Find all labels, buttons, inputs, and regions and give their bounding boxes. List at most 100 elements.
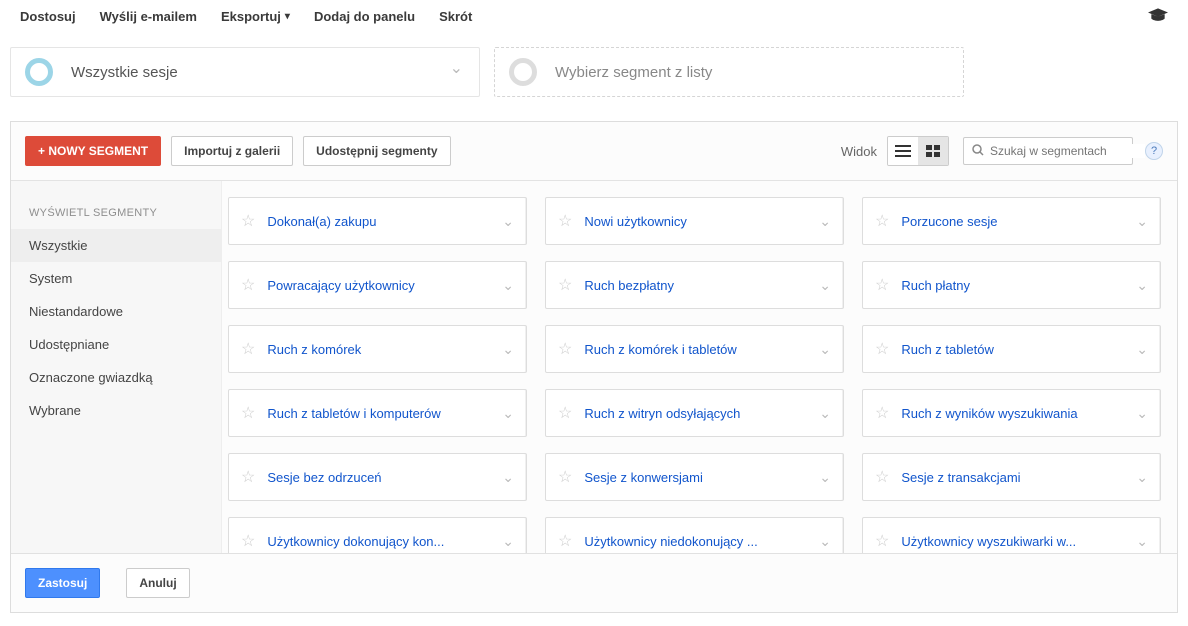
segment-label[interactable]: Sesje z konwersjami bbox=[584, 470, 813, 485]
segment-card[interactable]: ☆ Sesje z konwersjami ⌄ bbox=[545, 453, 844, 501]
segments-grid[interactable]: ☆ Dokonał(a) zakupu ⌄ ☆ Nowi użytkownicy ⌄ ☆ Po… bbox=[228, 197, 1161, 553]
chevron-down-icon[interactable]: ⌄ bbox=[819, 341, 831, 358]
import-gallery-button[interactable]: Importuj z galerii bbox=[171, 136, 293, 166]
menu-export[interactable]: Eksportuj▾ bbox=[221, 9, 290, 24]
star-icon[interactable]: ☆ bbox=[558, 531, 572, 551]
star-icon[interactable]: ☆ bbox=[875, 531, 889, 551]
sidebar-item[interactable]: System bbox=[11, 262, 221, 295]
segment-card[interactable]: ☆ Ruch z wyników wyszukiwania ⌄ bbox=[862, 389, 1161, 437]
search-input[interactable] bbox=[990, 144, 1145, 158]
apply-button[interactable]: Zastosuj bbox=[25, 568, 100, 598]
segment-label[interactable]: Ruch z tabletów bbox=[901, 342, 1130, 357]
segment-label[interactable]: Użytkownicy wyszukiwarki w... bbox=[901, 534, 1130, 549]
segment-card[interactable]: ☆ Nowi użytkownicy ⌄ bbox=[545, 197, 844, 245]
menu-customize[interactable]: Dostosuj bbox=[20, 9, 76, 24]
help-icon[interactable]: ? bbox=[1145, 142, 1163, 160]
segment-pill-choose[interactable]: Wybierz segment z listy bbox=[494, 47, 964, 97]
chevron-down-icon[interactable]: ⌄ bbox=[1136, 405, 1148, 422]
sidebar-item[interactable]: Udostępniane bbox=[11, 328, 221, 361]
segment-label[interactable]: Ruch z wyników wyszukiwania bbox=[901, 406, 1130, 421]
star-icon[interactable]: ☆ bbox=[558, 403, 572, 423]
segment-card[interactable]: ☆ Ruch z komórek i tabletów ⌄ bbox=[545, 325, 844, 373]
segments-sidebar: WYŚWIETL SEGMENTY WszystkieSystemNiestan… bbox=[11, 181, 221, 553]
chevron-down-icon[interactable]: ⌄ bbox=[502, 213, 514, 230]
star-icon[interactable]: ☆ bbox=[241, 275, 255, 295]
segment-pill-all-sessions[interactable]: Wszystkie sesje ⌄ bbox=[10, 47, 480, 97]
segment-label[interactable]: Ruch bezpłatny bbox=[584, 278, 813, 293]
star-icon[interactable]: ☆ bbox=[875, 275, 889, 295]
list-view-button[interactable] bbox=[888, 137, 918, 165]
education-icon[interactable] bbox=[1148, 8, 1168, 25]
segment-card[interactable]: ☆ Ruch z witryn odsyłających ⌄ bbox=[545, 389, 844, 437]
segment-card[interactable]: ☆ Sesje z transakcjami ⌄ bbox=[862, 453, 1161, 501]
star-icon[interactable]: ☆ bbox=[241, 467, 255, 487]
chevron-down-icon[interactable]: ⌄ bbox=[502, 277, 514, 294]
star-icon[interactable]: ☆ bbox=[241, 403, 255, 423]
search-segments[interactable] bbox=[963, 137, 1133, 165]
chevron-down-icon[interactable]: ⌄ bbox=[502, 341, 514, 358]
segment-label[interactable]: Ruch z komórek bbox=[267, 342, 496, 357]
star-icon[interactable]: ☆ bbox=[875, 403, 889, 423]
segment-label[interactable]: Ruch z komórek i tabletów bbox=[584, 342, 813, 357]
segment-card[interactable]: ☆ Użytkownicy wyszukiwarki w... ⌄ bbox=[862, 517, 1161, 553]
chevron-down-icon[interactable]: ⌄ bbox=[819, 277, 831, 294]
star-icon[interactable]: ☆ bbox=[875, 211, 889, 231]
star-icon[interactable]: ☆ bbox=[241, 211, 255, 231]
star-icon[interactable]: ☆ bbox=[558, 275, 572, 295]
menu-email[interactable]: Wyślij e-mailem bbox=[100, 9, 197, 24]
segment-card[interactable]: ☆ Ruch bezpłatny ⌄ bbox=[545, 261, 844, 309]
sidebar-item[interactable]: Oznaczone gwiazdką bbox=[11, 361, 221, 394]
segment-label[interactable]: Ruch z tabletów i komputerów bbox=[267, 406, 496, 421]
segment-card[interactable]: ☆ Ruch z komórek ⌄ bbox=[228, 325, 527, 373]
star-icon[interactable]: ☆ bbox=[875, 339, 889, 359]
chevron-down-icon[interactable]: ⌄ bbox=[819, 405, 831, 422]
star-icon[interactable]: ☆ bbox=[558, 467, 572, 487]
chevron-down-icon[interactable]: ⌄ bbox=[1136, 277, 1148, 294]
chevron-down-icon[interactable]: ⌄ bbox=[1136, 469, 1148, 486]
segment-card[interactable]: ☆ Użytkownicy niedokonujący ... ⌄ bbox=[545, 517, 844, 553]
chevron-down-icon[interactable]: ⌄ bbox=[819, 469, 831, 486]
segment-label[interactable]: Użytkownicy dokonujący kon... bbox=[267, 534, 496, 549]
segment-label[interactable]: Ruch z witryn odsyłających bbox=[584, 406, 813, 421]
star-icon[interactable]: ☆ bbox=[241, 339, 255, 359]
menu-shortcut[interactable]: Skrót bbox=[439, 9, 472, 24]
segment-label[interactable]: Ruch płatny bbox=[901, 278, 1130, 293]
segment-card[interactable]: ☆ Porzucone sesje ⌄ bbox=[862, 197, 1161, 245]
segment-label[interactable]: Powracający użytkownicy bbox=[267, 278, 496, 293]
chevron-down-icon[interactable]: ⌄ bbox=[819, 213, 831, 230]
view-label: Widok bbox=[841, 144, 877, 159]
chevron-down-icon[interactable]: ⌄ bbox=[502, 533, 514, 550]
segment-card[interactable]: ☆ Dokonał(a) zakupu ⌄ bbox=[228, 197, 527, 245]
segment-card[interactable]: ☆ Powracający użytkownicy ⌄ bbox=[228, 261, 527, 309]
chevron-down-icon[interactable]: ⌄ bbox=[502, 469, 514, 486]
segment-card[interactable]: ☆ Użytkownicy dokonujący kon... ⌄ bbox=[228, 517, 527, 553]
segment-label[interactable]: Dokonał(a) zakupu bbox=[267, 214, 496, 229]
chevron-down-icon[interactable]: ⌄ bbox=[1136, 341, 1148, 358]
segment-label[interactable]: Sesje z transakcjami bbox=[901, 470, 1130, 485]
star-icon[interactable]: ☆ bbox=[558, 339, 572, 359]
segment-label[interactable]: Użytkownicy niedokonujący ... bbox=[584, 534, 813, 549]
sidebar-item[interactable]: Wszystkie bbox=[11, 229, 221, 262]
segment-card[interactable]: ☆ Ruch z tabletów ⌄ bbox=[862, 325, 1161, 373]
sidebar-item[interactable]: Niestandardowe bbox=[11, 295, 221, 328]
segment-card[interactable]: ☆ Ruch płatny ⌄ bbox=[862, 261, 1161, 309]
chevron-down-icon[interactable]: ⌄ bbox=[819, 533, 831, 550]
menu-add-to-panel[interactable]: Dodaj do panelu bbox=[314, 9, 415, 24]
segment-circle-icon bbox=[25, 58, 53, 86]
chevron-down-icon[interactable]: ⌄ bbox=[502, 405, 514, 422]
cancel-button[interactable]: Anuluj bbox=[126, 568, 189, 598]
chevron-down-icon[interactable]: ⌄ bbox=[1136, 213, 1148, 230]
segment-card[interactable]: ☆ Ruch z tabletów i komputerów ⌄ bbox=[228, 389, 527, 437]
chevron-down-icon[interactable]: ⌄ bbox=[1136, 533, 1148, 550]
grid-view-button[interactable] bbox=[918, 137, 948, 165]
segment-label[interactable]: Sesje bez odrzuceń bbox=[267, 470, 496, 485]
star-icon[interactable]: ☆ bbox=[875, 467, 889, 487]
segment-label[interactable]: Nowi użytkownicy bbox=[584, 214, 813, 229]
share-segments-button[interactable]: Udostępnij segmenty bbox=[303, 136, 450, 166]
new-segment-button[interactable]: + NOWY SEGMENT bbox=[25, 136, 161, 166]
star-icon[interactable]: ☆ bbox=[241, 531, 255, 551]
segment-card[interactable]: ☆ Sesje bez odrzuceń ⌄ bbox=[228, 453, 527, 501]
star-icon[interactable]: ☆ bbox=[558, 211, 572, 231]
sidebar-item[interactable]: Wybrane bbox=[11, 394, 221, 427]
segment-label[interactable]: Porzucone sesje bbox=[901, 214, 1130, 229]
